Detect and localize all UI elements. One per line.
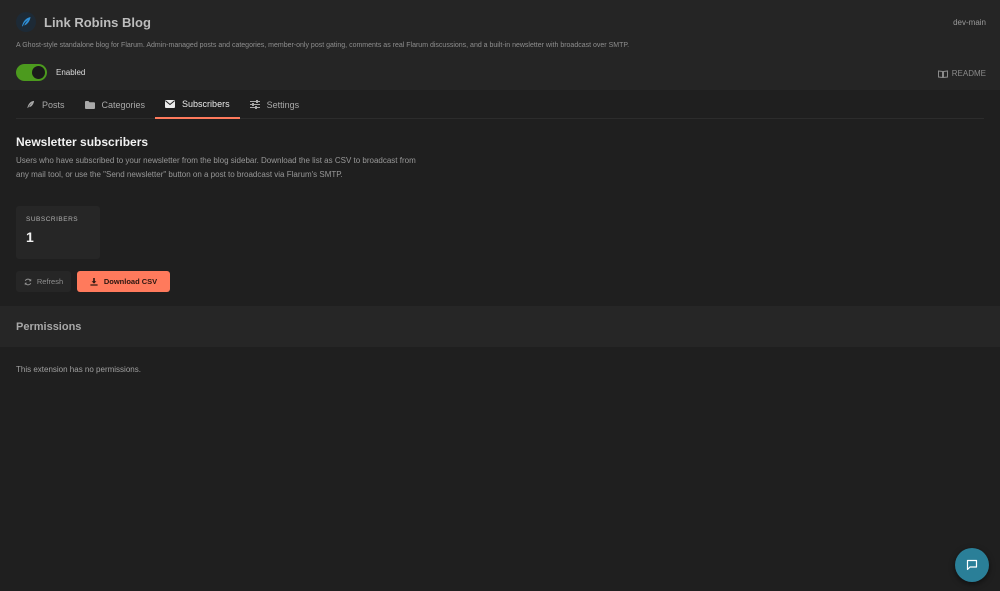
permissions-header: Permissions (0, 306, 1000, 347)
toggle-knob (32, 66, 45, 79)
enabled-toggle[interactable] (16, 64, 47, 81)
refresh-button[interactable]: Refresh (16, 271, 71, 292)
tab-label: Subscribers (182, 98, 230, 109)
refresh-label: Refresh (36, 277, 64, 286)
tab-bar: Posts Categories Subscribers Settings (16, 90, 984, 119)
permissions-title: Permissions (16, 321, 82, 333)
enabled-label: Enabled (56, 68, 86, 77)
download-label: Download CSV (103, 277, 158, 286)
tab-subscribers[interactable]: Subscribers (155, 90, 240, 119)
sliders-icon (249, 100, 260, 109)
folder-icon (84, 100, 95, 109)
feather-icon (27, 100, 35, 109)
enable-toggle-row: Enabled (16, 64, 85, 81)
stat-value: 1 (26, 229, 34, 245)
extension-description: A Ghost-style standalone blog for Flarum… (16, 42, 630, 49)
stat-label: SUBSCRIBERS (26, 216, 79, 223)
book-icon (937, 69, 948, 78)
download-csv-button[interactable]: Download CSV (77, 271, 170, 292)
envelope-icon (165, 99, 176, 108)
readme-link[interactable]: README (937, 69, 986, 78)
subscriber-count-card: SUBSCRIBERS 1 (16, 206, 100, 259)
extension-title: Link Robins Blog (44, 14, 151, 30)
tab-label: Categories (101, 99, 146, 110)
readme-label: README (951, 69, 986, 78)
extension-title-row: Link Robins Blog (16, 12, 151, 32)
section-description: Users who have subscribed to your newsle… (16, 156, 416, 179)
tab-posts[interactable]: Posts (16, 90, 75, 119)
refresh-icon (24, 278, 32, 285)
feather-logo-icon (16, 12, 36, 32)
extension-header: Link Robins Blog dev-main A Ghost-style … (0, 0, 1000, 90)
tab-label: Settings (266, 99, 300, 110)
chat-bubble-icon (966, 559, 978, 571)
chat-button[interactable] (955, 548, 989, 582)
permissions-note: This extension has no permissions. (16, 365, 141, 374)
download-icon (90, 277, 98, 286)
tab-categories[interactable]: Categories (75, 90, 156, 119)
tab-label: Posts (42, 99, 65, 110)
section-title: Newsletter subscribers (16, 135, 149, 149)
version-label: dev-main (953, 18, 986, 27)
tab-settings[interactable]: Settings (240, 90, 310, 119)
